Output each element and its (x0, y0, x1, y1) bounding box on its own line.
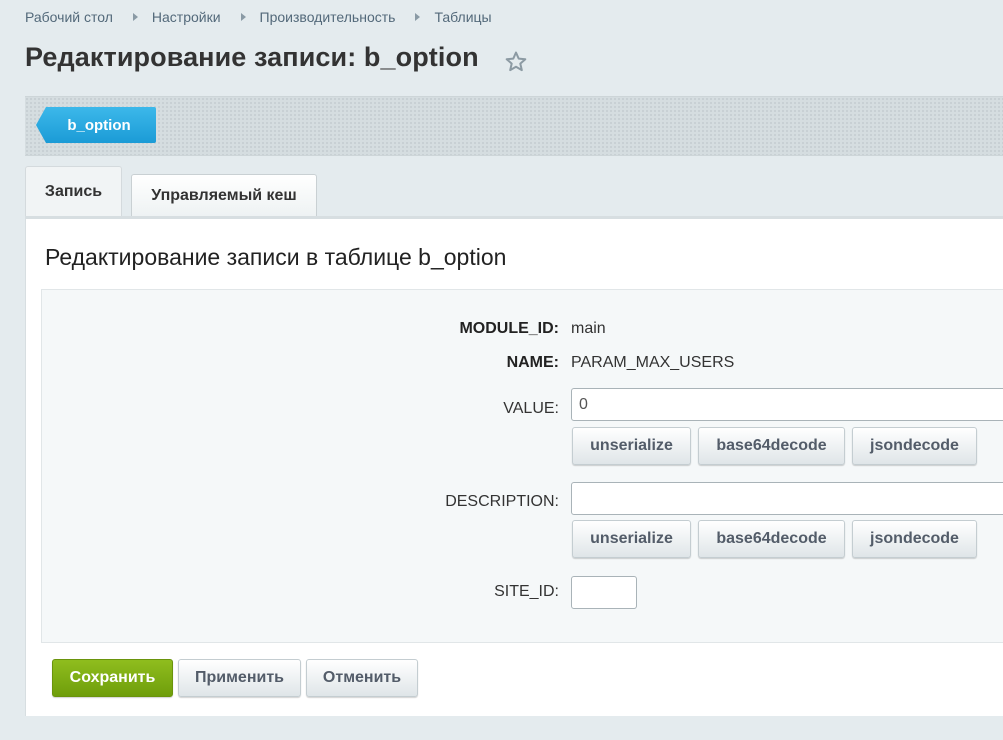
value-base64decode-button[interactable]: base64decode (698, 427, 845, 465)
chevron-right-icon (415, 13, 421, 21)
value-jsondecode-button[interactable]: jsondecode (852, 427, 977, 465)
entity-tag-button[interactable]: b_option (36, 107, 156, 143)
edit-panel: Редактирование записи в таблице b_option… (25, 216, 1003, 716)
page-title: Редактирование записи: b_option (25, 42, 479, 72)
module-id-value: main (571, 320, 606, 337)
description-jsondecode-button[interactable]: jsondecode (852, 520, 977, 558)
cancel-button[interactable]: Отменить (306, 659, 418, 697)
value-input[interactable]: 0 (571, 388, 1003, 421)
value-unserialize-button[interactable]: unserialize (572, 427, 691, 465)
chevron-right-icon (240, 13, 246, 21)
star-icon[interactable] (504, 50, 528, 74)
tab-managed-cache[interactable]: Управляемый кеш (131, 174, 317, 216)
site-id-input[interactable] (571, 576, 637, 609)
breadcrumb-item-performance[interactable]: Производительность (260, 9, 396, 25)
module-id-label: MODULE_ID: (459, 320, 559, 337)
description-unserialize-button[interactable]: unserialize (572, 520, 691, 558)
value-label: VALUE: (503, 400, 559, 417)
apply-button[interactable]: Применить (178, 659, 301, 697)
section-heading: Редактирование записи в таблице b_option (45, 244, 507, 270)
context-bar: b_option (25, 96, 1003, 156)
breadcrumb: Рабочий стол Настройки Производительност… (25, 9, 492, 25)
name-value: PARAM_MAX_USERS (571, 354, 735, 371)
name-label: NAME: (506, 354, 559, 371)
description-label: DESCRIPTION: (445, 493, 559, 510)
breadcrumb-item-settings[interactable]: Настройки (152, 9, 221, 25)
record-form: MODULE_ID: main NAME: PARAM_MAX_USERS VA… (41, 289, 1003, 643)
description-base64decode-button[interactable]: base64decode (698, 520, 845, 558)
save-button[interactable]: Сохранить (52, 659, 173, 697)
breadcrumb-item-tables[interactable]: Таблицы (434, 9, 491, 25)
tab-record[interactable]: Запись (25, 166, 122, 216)
site-id-label: SITE_ID: (494, 583, 559, 600)
description-input[interactable] (571, 482, 1003, 515)
breadcrumb-item-desktop[interactable]: Рабочий стол (25, 9, 113, 25)
chevron-right-icon (132, 13, 138, 21)
